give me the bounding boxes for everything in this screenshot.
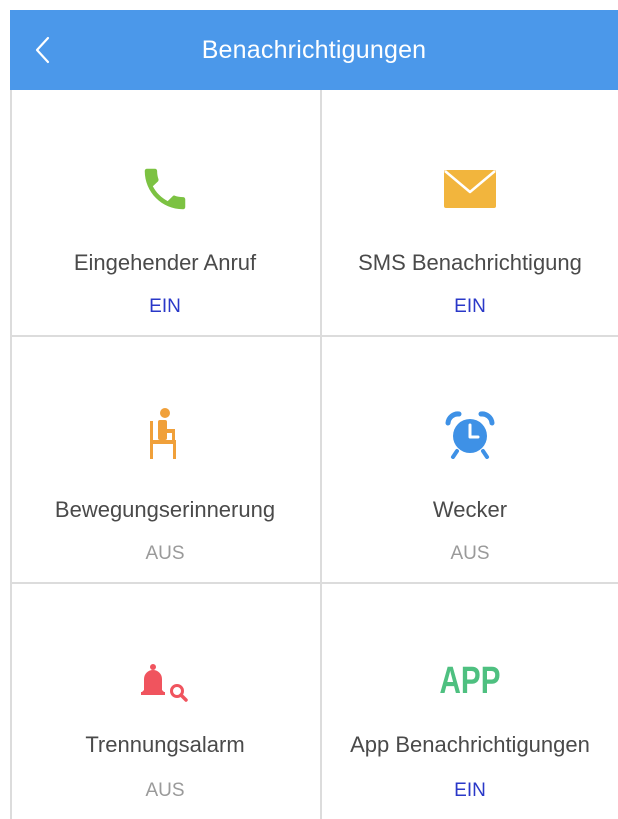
status-badge: EIN (149, 296, 181, 317)
phone-icon (144, 168, 186, 210)
bell-search-icon (141, 664, 188, 702)
tile-movement-reminder[interactable]: Bewegungserinnerung AUS (10, 337, 320, 582)
page-title: Benachrichtigungen (201, 36, 427, 64)
tile-separation-alarm[interactable]: Trennungsalarm AUS (10, 584, 320, 819)
status-badge: EIN (454, 780, 486, 801)
tile-label: App Benachrichtigungen (350, 732, 590, 757)
tile-alarm-clock[interactable]: Wecker AUS (322, 337, 618, 582)
tile-label: Eingehender Anruf (73, 250, 257, 275)
tile-app-notifications[interactable]: APP App Benachrichtigungen EIN (322, 584, 618, 819)
sitting-person-icon (150, 408, 176, 459)
status-badge: EIN (454, 296, 486, 317)
tile-label: SMS Benachrichtigung (358, 250, 582, 275)
app-text-icon: APP (439, 660, 501, 702)
notification-grid: Eingehender Anruf EIN SMS Benachrichtigu… (10, 90, 618, 819)
tile-label: Wecker (432, 497, 508, 522)
app-header: Benachrichtigungen (10, 10, 618, 90)
tile-sms-notification[interactable]: SMS Benachrichtigung EIN (322, 90, 618, 335)
tile-label: Bewegungserinnerung (54, 497, 276, 522)
status-badge: AUS (145, 780, 185, 801)
status-badge: AUS (450, 543, 490, 564)
status-badge: AUS (145, 543, 185, 564)
tile-incoming-call[interactable]: Eingehender Anruf EIN (10, 90, 320, 335)
tile-label: Trennungsalarm (85, 732, 245, 757)
alarm-clock-icon (445, 411, 495, 459)
envelope-icon (444, 170, 496, 208)
